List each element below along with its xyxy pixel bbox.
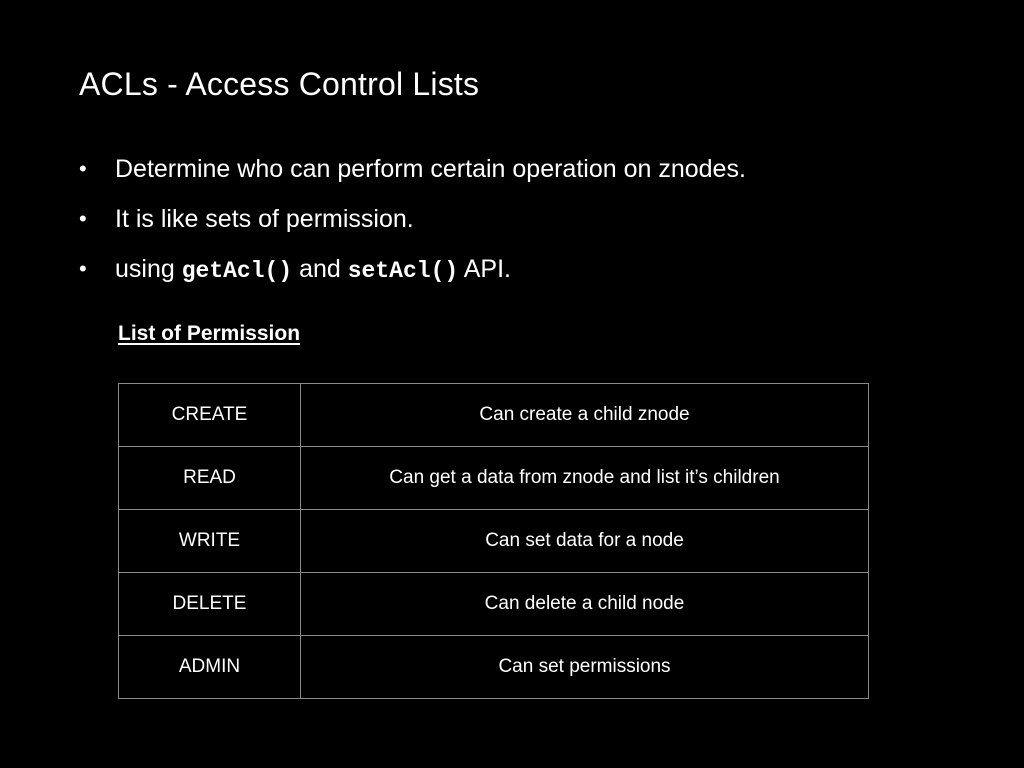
permission-description: Can set permissions [300,635,869,699]
permission-name: ADMIN [118,635,301,699]
permission-name: DELETE [118,572,301,636]
permission-name: WRITE [118,509,301,573]
code-get-acl: getAcl() [181,258,293,284]
bullet-text-prefix: using [115,255,182,283]
code-set-acl: setAcl() [347,258,459,284]
bullet-text: It is like sets of permission. [115,205,414,233]
bullet-text-conjunction: and [292,255,348,283]
table-row: WRITE Can set data for a node [118,509,869,573]
table-row: ADMIN Can set permissions [118,635,869,699]
bullet-point-icon: • [79,156,87,181]
table-row: DELETE Can delete a child node [118,572,869,636]
permission-description: Can create a child znode [300,383,869,447]
permissions-table: CREATE Can create a child znode READ Can… [118,383,869,699]
slide-title: ACLs - Access Control Lists [79,66,480,102]
permission-description: Can get a data from znode and list it’s … [300,446,869,510]
permission-description: Can delete a child node [300,572,869,636]
bullet-text: Determine who can perform certain operat… [115,155,746,183]
table-row: CREATE Can create a child znode [118,383,869,447]
bullet-point-icon: • [79,256,87,281]
bullet-point-icon: • [79,206,87,231]
table-row: READ Can get a data from znode and list … [118,446,869,510]
permission-name: CREATE [118,383,301,447]
bullet-text-api: using getAcl() and setAcl() API. [115,250,511,290]
slide: ACLs - Access Control Lists • Determine … [0,0,1024,768]
bullet-text-suffix: API. [458,255,511,283]
permission-name: READ [118,446,301,510]
permission-description: Can set data for a node [300,509,869,573]
section-heading: List of Permission [118,322,301,345]
